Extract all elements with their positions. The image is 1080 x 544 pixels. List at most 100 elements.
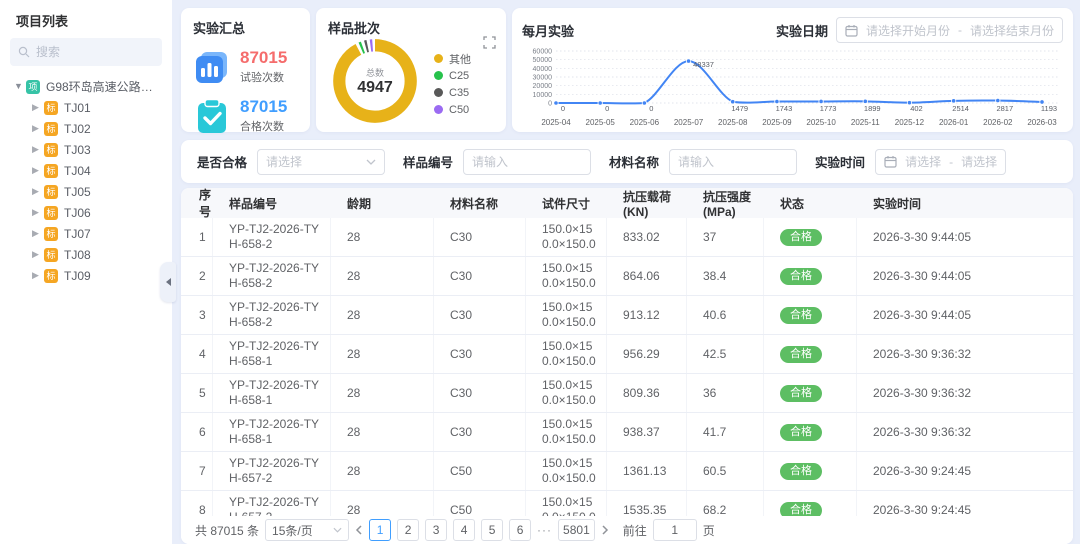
- sidebar-collapse-handle[interactable]: [160, 262, 176, 302]
- sidebar-item-tj08[interactable]: ▶标TJ08: [0, 244, 172, 265]
- tree-root-item[interactable]: ▼ 项 G98环岛高速公路大三亚段扩...: [0, 76, 172, 97]
- legend-label: 其他: [449, 51, 471, 67]
- section-icon: 标: [44, 227, 58, 241]
- table-row: 2YP-TJ2-2026-TYH-658-228C30150.0×150.0×1…: [181, 257, 1073, 296]
- pages-ellipsis[interactable]: ···: [537, 523, 552, 537]
- cell-material: C30: [434, 218, 526, 256]
- sidebar-item-tj09[interactable]: ▶标TJ09: [0, 265, 172, 286]
- time-separator: -: [949, 155, 953, 169]
- sidebar-item-tj06[interactable]: ▶标 TJ06: [0, 202, 172, 223]
- end-month-placeholder[interactable]: 请选择结束月份: [970, 22, 1054, 39]
- search-input[interactable]: [36, 45, 146, 59]
- page-button-6[interactable]: 6: [509, 519, 531, 541]
- experiment-date-label: 实验日期: [776, 21, 828, 40]
- cell-material: C30: [434, 296, 526, 334]
- last-page-button[interactable]: 5801: [558, 519, 595, 541]
- search-box[interactable]: [10, 38, 162, 66]
- sidebar-item-tj01[interactable]: ▶标TJ01: [0, 97, 172, 118]
- project-tree: ▼ 项 G98环岛高速公路大三亚段扩... ▶标TJ01▶标TJ02▶标TJ03…: [0, 76, 172, 286]
- caret-right-icon[interactable]: ▶: [32, 250, 44, 259]
- cell-status: 合格: [764, 335, 857, 373]
- data-label: 2817: [996, 104, 1013, 113]
- data-point: [819, 99, 823, 103]
- fullscreen-icon[interactable]: [483, 36, 496, 54]
- cell-index: 5: [181, 374, 213, 412]
- project-sidebar: 项目列表 ▼ 项 G98环岛高速公路大三亚段扩... ▶标TJ01▶标TJ02▶…: [0, 0, 172, 544]
- next-page-button[interactable]: [601, 525, 609, 535]
- legend-dot: [434, 105, 443, 114]
- data-label: 1743: [776, 104, 793, 113]
- sidebar-item-tj03[interactable]: ▶标TJ03: [0, 139, 172, 160]
- page-button-3[interactable]: 3: [425, 519, 447, 541]
- column-header-1: 样品编号: [213, 195, 331, 212]
- clipboard-check-icon: [193, 97, 231, 135]
- x-tick-label: 2026-03: [1027, 118, 1057, 127]
- data-point: [996, 98, 1000, 102]
- x-tick-label: 2025-07: [674, 118, 704, 127]
- caret-right-icon[interactable]: ▶: [32, 103, 44, 112]
- cell-status: 合格: [764, 257, 857, 295]
- cell-size: 150.0×150.0×150.0: [526, 374, 607, 412]
- cell-strength: 42.5: [687, 335, 764, 373]
- legend-item-其他: 其他: [434, 50, 471, 67]
- caret-right-icon[interactable]: ▶: [32, 271, 44, 280]
- monthly-line-chart: 010000200003000040000500006000002025-040…: [522, 45, 1063, 135]
- pass-filter-select[interactable]: 请选择: [257, 149, 385, 175]
- prev-page-button[interactable]: [355, 525, 363, 535]
- sidebar-item-tj02[interactable]: ▶标TJ02: [0, 118, 172, 139]
- material-filter-field[interactable]: [669, 149, 797, 175]
- sidebar-item-tj07[interactable]: ▶标TJ07: [0, 223, 172, 244]
- chevron-right-icon: [601, 525, 609, 535]
- column-header-7: 状态: [764, 195, 857, 212]
- page-button-5[interactable]: 5: [481, 519, 503, 541]
- filter-bar: 是否合格 请选择 样品编号 材料名称 实验时间 请选择 - 请选择: [181, 140, 1073, 183]
- caret-right-icon[interactable]: ▶: [32, 208, 44, 217]
- tree-item-label: TJ06: [64, 206, 91, 220]
- data-point: [686, 59, 690, 63]
- pass-count-label: 合格次数: [240, 118, 287, 134]
- time-start-placeholder[interactable]: 请选择: [905, 153, 941, 170]
- cell-index: 6: [181, 413, 213, 451]
- sidebar-item-tj05[interactable]: ▶标TJ05: [0, 181, 172, 202]
- start-month-placeholder[interactable]: 请选择开始月份: [866, 22, 950, 39]
- page-button-2[interactable]: 2: [397, 519, 419, 541]
- table-row: 1YP-TJ2-2026-TYH-658-228C30150.0×150.0×1…: [181, 218, 1073, 257]
- table-header: 序号样品编号龄期材料名称试件尺寸抗压载荷(KN)抗压强度(MPa)状态实验时间: [181, 188, 1073, 218]
- caret-right-icon[interactable]: ▶: [32, 229, 44, 238]
- caret-right-icon[interactable]: ▶: [32, 166, 44, 175]
- sidebar-item-tj04[interactable]: ▶标TJ04: [0, 160, 172, 181]
- cell-size: 150.0×150.0×150.0: [526, 257, 607, 295]
- caret-right-icon[interactable]: ▶: [32, 187, 44, 196]
- x-tick-label: 2025-11: [851, 118, 880, 127]
- time-end-placeholder[interactable]: 请选择: [961, 153, 997, 170]
- cell-sample_no: YP-TJ2-2026-TYH-657-2: [213, 452, 331, 490]
- column-header-0: 序号: [181, 188, 213, 220]
- legend-label: C50: [449, 104, 469, 116]
- cell-load: 1361.13: [607, 452, 687, 490]
- page-button-1[interactable]: 1: [369, 519, 391, 541]
- month-range-picker[interactable]: 请选择开始月份 - 请选择结束月份: [836, 17, 1063, 43]
- y-tick-label: 10000: [533, 92, 553, 99]
- y-tick-label: 0: [548, 101, 552, 108]
- caret-right-icon[interactable]: ▶: [32, 145, 44, 154]
- cell-size: 150.0×150.0×150.0: [526, 413, 607, 451]
- caret-down-icon[interactable]: ▼: [14, 82, 26, 91]
- time-range-picker[interactable]: 请选择 - 请选择: [875, 149, 1006, 175]
- sample-batch-card: 样品批次 总数 4947 其他C25C35C50: [316, 8, 506, 132]
- data-point: [554, 101, 558, 105]
- goto-page-input[interactable]: [653, 519, 697, 541]
- range-separator: -: [958, 23, 962, 37]
- page-unit-label: 页: [703, 522, 715, 539]
- sample-filter-field[interactable]: [463, 149, 591, 175]
- caret-right-icon[interactable]: ▶: [32, 124, 44, 133]
- sample-filter-input[interactable]: [472, 155, 582, 169]
- page-button-4[interactable]: 4: [453, 519, 475, 541]
- donut-total-value: 4947: [357, 79, 393, 97]
- page-size-select[interactable]: 15条/页: [265, 519, 349, 541]
- pagination-bar: 共 87015 条 15条/页 123456 ··· 5801 前往 页: [181, 516, 1073, 544]
- cell-age: 28: [331, 374, 434, 412]
- section-icon: 标: [44, 206, 58, 220]
- cell-index: 4: [181, 335, 213, 373]
- material-filter-input[interactable]: [678, 155, 788, 169]
- donut-total-label: 总数: [366, 66, 384, 79]
